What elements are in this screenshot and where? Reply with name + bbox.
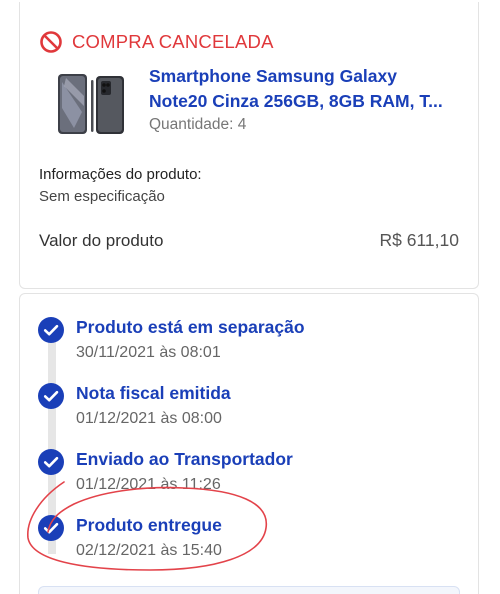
order-status-text: COMPRA CANCELADA — [72, 31, 274, 52]
check-circle-icon — [38, 317, 64, 343]
product-info-title: Informações do produto: — [39, 166, 202, 183]
order-status: COMPRA CANCELADA — [39, 30, 274, 54]
check-circle-icon — [38, 383, 64, 409]
order-card: COMPRA CANCELADA Smartphone Samsung Gala… — [19, 2, 479, 289]
timeline-step-date: 01/12/2021 às 11:26 — [76, 476, 221, 493]
product-image[interactable] — [54, 72, 128, 136]
tracking-card: Produto está em separação 30/11/2021 às … — [19, 293, 479, 594]
timeline-step-title: Nota fiscal emitida — [76, 383, 231, 403]
timeline-step-date: 02/12/2021 às 15:40 — [76, 542, 222, 559]
next-card-edge — [38, 586, 460, 594]
product-name-link[interactable]: Smartphone Samsung Galaxy Note20 Cinza 2… — [149, 64, 469, 114]
product-info-value: Sem especificação — [39, 188, 165, 205]
check-circle-icon — [38, 449, 64, 475]
check-circle-icon — [38, 515, 64, 541]
ban-icon — [40, 31, 62, 53]
product-name-line1: Smartphone Samsung Galaxy — [149, 66, 397, 86]
timeline-step-title: Enviado ao Transportador — [76, 449, 293, 469]
timeline-step-title: Produto entregue — [76, 515, 222, 535]
product-name-line2: Note20 Cinza 256GB, 8GB RAM, T... — [149, 91, 443, 111]
timeline-step-date: 30/11/2021 às 08:01 — [76, 344, 221, 361]
price-value: R$ 611,10 — [379, 230, 459, 250]
timeline-step-date: 01/12/2021 às 08:00 — [76, 410, 222, 427]
price-label: Valor do produto — [39, 231, 164, 250]
product-quantity: Quantidade: 4 — [149, 116, 247, 133]
timeline-step-title: Produto está em separação — [76, 317, 305, 337]
